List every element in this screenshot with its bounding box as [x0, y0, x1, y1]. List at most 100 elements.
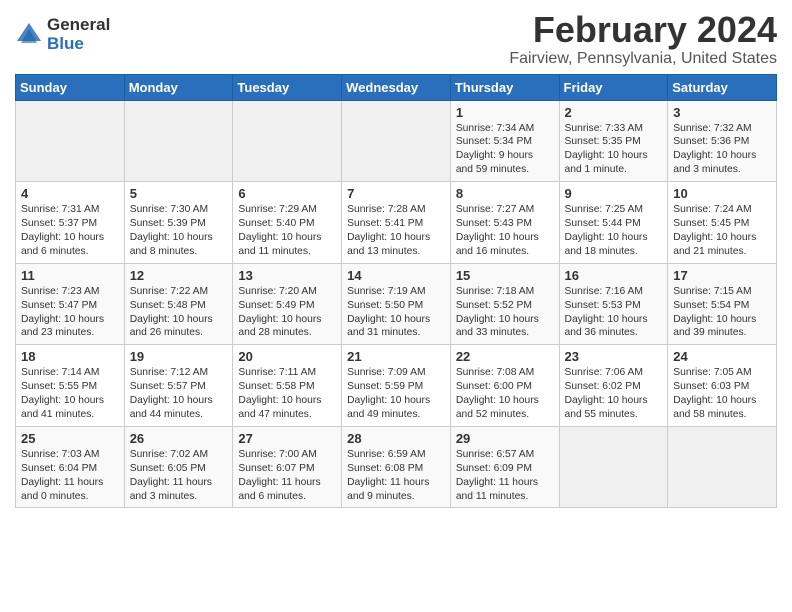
cell-content: Sunrise: 7:12 AM Sunset: 5:57 PM Dayligh… — [130, 366, 228, 422]
calendar-cell: 5 Sunrise: 7:30 AM Sunset: 5:39 PM Daylig… — [124, 182, 233, 264]
day-number: 3 — [673, 105, 771, 120]
calendar-cell — [16, 100, 125, 182]
calendar-cell: 11 Sunrise: 7:23 AM Sunset: 5:47 PM Dayli… — [16, 263, 125, 345]
cell-content: Sunrise: 7:15 AM Sunset: 5:54 PM Dayligh… — [673, 285, 771, 341]
day-number: 11 — [21, 268, 119, 283]
cell-content: Sunrise: 7:24 AM Sunset: 5:45 PM Dayligh… — [673, 203, 771, 259]
calendar-title: February 2024 — [509, 10, 777, 50]
cell-content: Sunrise: 7:32 AM Sunset: 5:36 PM Dayligh… — [673, 122, 771, 178]
day-number: 22 — [456, 349, 554, 364]
day-number: 24 — [673, 349, 771, 364]
calendar-cell: 6Sunrise: 7:29 AM Sunset: 5:40 PM Daylig… — [233, 182, 342, 264]
day-header-monday: Monday — [124, 74, 233, 100]
calendar-cell: 14 Sunrise: 7:19 AM Sunset: 5:50 PM Dayli… — [342, 263, 451, 345]
cell-content: Sunrise: 7:18 AM Sunset: 5:52 PM Dayligh… — [456, 285, 554, 341]
day-number: 28 — [347, 431, 445, 446]
calendar-cell: 24 Sunrise: 7:05 AM Sunset: 6:03 PM Dayli… — [668, 345, 777, 427]
cell-content: Sunrise: 7:28 AM Sunset: 5:41 PM Dayligh… — [347, 203, 445, 259]
day-header-tuesday: Tuesday — [233, 74, 342, 100]
logo-icon — [15, 21, 43, 49]
calendar-cell: 1 Sunrise: 7:34 AM Sunset: 5:34 PM Daylig… — [450, 100, 559, 182]
calendar-cell: 29 Sunrise: 6:57 AM Sunset: 6:09 PM Dayli… — [450, 426, 559, 508]
calendar-cell — [559, 426, 668, 508]
calendar-cell: 7Sunrise: 7:28 AM Sunset: 5:41 PM Daylig… — [342, 182, 451, 264]
cell-content: Sunrise: 7:05 AM Sunset: 6:03 PM Dayligh… — [673, 366, 771, 422]
calendar-subtitle: Fairview, Pennsylvania, United States — [509, 50, 777, 68]
calendar-cell: 8 Sunrise: 7:27 AM Sunset: 5:43 PM Daylig… — [450, 182, 559, 264]
week-row-5: 25 Sunrise: 7:03 AM Sunset: 6:04 PM Dayli… — [16, 426, 777, 508]
day-number: 14 — [347, 268, 445, 283]
calendar-cell: 22 Sunrise: 7:08 AM Sunset: 6:00 PM Dayli… — [450, 345, 559, 427]
logo-blue-text: Blue — [47, 35, 110, 54]
day-header-sunday: Sunday — [16, 74, 125, 100]
calendar-cell — [124, 100, 233, 182]
day-number: 18 — [21, 349, 119, 364]
logo: General Blue — [15, 16, 110, 53]
cell-content: Sunrise: 7:20 AM Sunset: 5:49 PM Dayligh… — [238, 285, 336, 341]
day-number: 15 — [456, 268, 554, 283]
day-number: 21 — [347, 349, 445, 364]
day-number: 5 — [130, 186, 228, 201]
cell-content: Sunrise: 7:11 AM Sunset: 5:58 PM Dayligh… — [238, 366, 336, 422]
day-number: 9 — [565, 186, 663, 201]
title-area: February 2024 Fairview, Pennsylvania, Un… — [509, 10, 777, 68]
calendar-cell: 15 Sunrise: 7:18 AM Sunset: 5:52 PM Dayli… — [450, 263, 559, 345]
cell-content: Sunrise: 7:25 AM Sunset: 5:44 PM Dayligh… — [565, 203, 663, 259]
day-number: 29 — [456, 431, 554, 446]
cell-content: Sunrise: 7:23 AM Sunset: 5:47 PM Dayligh… — [21, 285, 119, 341]
day-header-saturday: Saturday — [668, 74, 777, 100]
day-number: 26 — [130, 431, 228, 446]
logo-text: General Blue — [47, 16, 110, 53]
calendar-cell — [233, 100, 342, 182]
calendar-cell: 20Sunrise: 7:11 AM Sunset: 5:58 PM Dayli… — [233, 345, 342, 427]
cell-content: Sunrise: 7:30 AM Sunset: 5:39 PM Dayligh… — [130, 203, 228, 259]
day-number: 19 — [130, 349, 228, 364]
cell-content: Sunrise: 7:14 AM Sunset: 5:55 PM Dayligh… — [21, 366, 119, 422]
calendar-cell: 18 Sunrise: 7:14 AM Sunset: 5:55 PM Dayli… — [16, 345, 125, 427]
day-number: 16 — [565, 268, 663, 283]
day-number: 10 — [673, 186, 771, 201]
cell-content: Sunrise: 7:34 AM Sunset: 5:34 PM Dayligh… — [456, 122, 554, 178]
calendar-cell — [668, 426, 777, 508]
calendar-cell: 9 Sunrise: 7:25 AM Sunset: 5:44 PM Daylig… — [559, 182, 668, 264]
calendar-cell: 25 Sunrise: 7:03 AM Sunset: 6:04 PM Dayli… — [16, 426, 125, 508]
cell-content: Sunrise: 7:16 AM Sunset: 5:53 PM Dayligh… — [565, 285, 663, 341]
day-number: 25 — [21, 431, 119, 446]
cell-content: Sunrise: 7:22 AM Sunset: 5:48 PM Dayligh… — [130, 285, 228, 341]
calendar-cell: 21 Sunrise: 7:09 AM Sunset: 5:59 PM Dayli… — [342, 345, 451, 427]
cell-content: Sunrise: 6:57 AM Sunset: 6:09 PM Dayligh… — [456, 448, 554, 504]
cell-content: Sunrise: 7:27 AM Sunset: 5:43 PM Dayligh… — [456, 203, 554, 259]
cell-content: Sunrise: 7:19 AM Sunset: 5:50 PM Dayligh… — [347, 285, 445, 341]
day-header-wednesday: Wednesday — [342, 74, 451, 100]
calendar-cell: 28Sunrise: 6:59 AM Sunset: 6:08 PM Dayli… — [342, 426, 451, 508]
day-number: 17 — [673, 268, 771, 283]
day-header-row: SundayMondayTuesdayWednesdayThursdayFrid… — [16, 74, 777, 100]
cell-content: Sunrise: 7:08 AM Sunset: 6:00 PM Dayligh… — [456, 366, 554, 422]
day-number: 12 — [130, 268, 228, 283]
calendar-cell: 27Sunrise: 7:00 AM Sunset: 6:07 PM Dayli… — [233, 426, 342, 508]
logo-general-text: General — [47, 16, 110, 35]
calendar-cell — [342, 100, 451, 182]
day-number: 8 — [456, 186, 554, 201]
calendar-cell: 16 Sunrise: 7:16 AM Sunset: 5:53 PM Dayli… — [559, 263, 668, 345]
day-header-thursday: Thursday — [450, 74, 559, 100]
week-row-3: 11 Sunrise: 7:23 AM Sunset: 5:47 PM Dayli… — [16, 263, 777, 345]
cell-content: Sunrise: 7:31 AM Sunset: 5:37 PM Dayligh… — [21, 203, 119, 259]
day-number: 23 — [565, 349, 663, 364]
day-header-friday: Friday — [559, 74, 668, 100]
calendar-cell: 23 Sunrise: 7:06 AM Sunset: 6:02 PM Dayli… — [559, 345, 668, 427]
calendar-cell: 2Sunrise: 7:33 AM Sunset: 5:35 PM Daylig… — [559, 100, 668, 182]
week-row-1: 1 Sunrise: 7:34 AM Sunset: 5:34 PM Daylig… — [16, 100, 777, 182]
calendar-cell: 3 Sunrise: 7:32 AM Sunset: 5:36 PM Daylig… — [668, 100, 777, 182]
week-row-4: 18 Sunrise: 7:14 AM Sunset: 5:55 PM Dayli… — [16, 345, 777, 427]
day-number: 4 — [21, 186, 119, 201]
header: General Blue February 2024 Fairview, Pen… — [15, 10, 777, 68]
day-number: 13 — [238, 268, 336, 283]
day-number: 1 — [456, 105, 554, 120]
calendar-cell: 26Sunrise: 7:02 AM Sunset: 6:05 PM Dayli… — [124, 426, 233, 508]
cell-content: Sunrise: 7:06 AM Sunset: 6:02 PM Dayligh… — [565, 366, 663, 422]
week-row-2: 4 Sunrise: 7:31 AM Sunset: 5:37 PM Daylig… — [16, 182, 777, 264]
cell-content: Sunrise: 7:09 AM Sunset: 5:59 PM Dayligh… — [347, 366, 445, 422]
cell-content: Sunrise: 7:03 AM Sunset: 6:04 PM Dayligh… — [21, 448, 119, 504]
calendar-cell: 19 Sunrise: 7:12 AM Sunset: 5:57 PM Dayli… — [124, 345, 233, 427]
